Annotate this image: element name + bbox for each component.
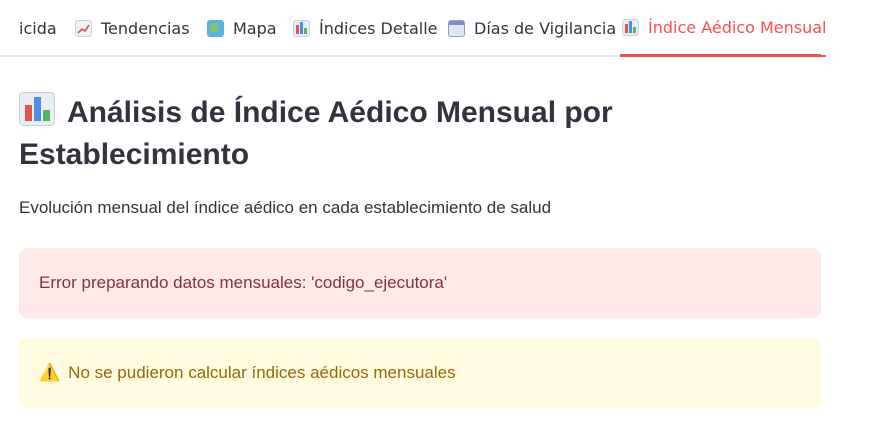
error-message: Error preparando datos mensuales: 'codig…: [39, 273, 448, 292]
tab-indice-aedico-mensual[interactable]: Índice Aédico Mensual: [622, 0, 827, 57]
warning-icon: ⚠️: [39, 363, 61, 382]
warning-alert: ⚠️ No se pudieron calcular índices aédic…: [19, 338, 821, 408]
active-tab-indicator: [620, 54, 821, 57]
tab-label: Tendencias: [101, 19, 190, 38]
tab-tendencias[interactable]: Tendencias: [75, 0, 190, 57]
calendar-icon: [448, 20, 465, 37]
tab-label: Días de Vigilancia: [474, 19, 617, 38]
page-subtitle: Evolución mensual del índice aédico en c…: [19, 198, 552, 217]
bar-chart-icon: [622, 19, 639, 36]
map-icon: [207, 20, 224, 37]
tab-dias-vigilancia[interactable]: Días de Vigilancia: [448, 0, 616, 57]
bar-chart-icon: [293, 20, 310, 37]
bar-chart-icon: [19, 92, 55, 126]
tab-label: Índice Aédico Mensual: [648, 18, 827, 37]
trend-chart-icon: [75, 20, 92, 37]
tab-label: Índices Detalle: [319, 19, 438, 38]
tab-mapa[interactable]: Mapa: [207, 0, 277, 57]
tab-label: icida: [19, 19, 57, 38]
tab-bar: icida Tendencias Mapa Índices Detalle Dí…: [0, 0, 827, 57]
error-alert: Error preparando datos mensuales: 'codig…: [19, 248, 821, 318]
tab-insecticida[interactable]: icida: [19, 0, 57, 57]
tab-indices-detalle[interactable]: Índices Detalle: [293, 0, 438, 57]
page-title-text: Análisis de Índice Aédico Mensual por Es…: [19, 96, 613, 171]
warning-message: No se pudieron calcular índices aédicos …: [68, 363, 456, 382]
page-title: Análisis de Índice Aédico Mensual por Es…: [19, 92, 659, 176]
tab-label: Mapa: [233, 19, 277, 38]
